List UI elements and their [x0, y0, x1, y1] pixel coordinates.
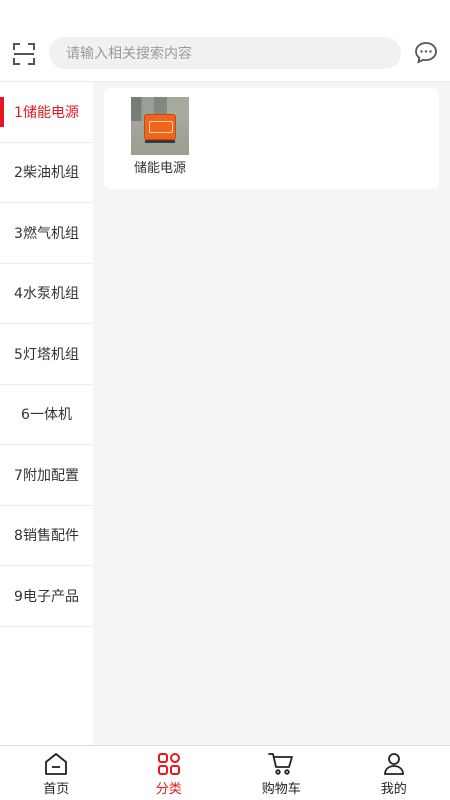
tab-label: 我的 [380, 782, 407, 797]
scan-button[interactable] [10, 40, 38, 68]
sidebar-item-gas-generator[interactable]: 3燃气机组 [0, 203, 93, 264]
sidebar-item-label: 4水泵机组 [14, 286, 79, 303]
sidebar-item-label: 6一体机 [21, 407, 72, 424]
tab-category[interactable]: 分类 [113, 746, 226, 800]
user-icon [383, 753, 404, 775]
sidebar-item-all-in-one[interactable]: 6一体机 [0, 385, 93, 445]
tab-cart[interactable]: 购物车 [225, 746, 338, 800]
sidebar-item-label: 3燃气机组 [14, 225, 79, 242]
product-card: 储能电源 [104, 88, 439, 189]
sidebar-item-energy-storage[interactable]: 1储能电源 [0, 82, 93, 143]
sidebar-item-label: 2柴油机组 [14, 165, 79, 182]
sidebar-item-label: 8销售配件 [14, 528, 79, 545]
sidebar-item-sales-parts[interactable]: 8销售配件 [0, 506, 93, 566]
sidebar-item-label: 5灯塔机组 [14, 346, 79, 363]
scan-icon [13, 43, 35, 65]
sidebar-item-light-tower[interactable]: 5灯塔机组 [0, 324, 93, 385]
sidebar-item-label: 7附加配置 [14, 467, 79, 484]
category-content: 储能电源 [93, 82, 450, 745]
tab-mine[interactable]: 我的 [338, 746, 450, 800]
message-icon [415, 42, 437, 64]
product-name: 储能电源 [133, 161, 186, 176]
product-image[interactable] [131, 97, 189, 155]
product-item[interactable]: 储能电源 [130, 97, 190, 176]
search-input[interactable]: 请输入相关搜索内容 [49, 37, 401, 69]
category-sidebar: 1储能电源 2柴油机组 3燃气机组 4水泵机组 5灯塔机组 6一体机 7附加配置… [0, 82, 93, 745]
cart-icon [268, 753, 294, 775]
sidebar-item-water-pump[interactable]: 4水泵机组 [0, 264, 93, 324]
sidebar-item-label: 9电子产品 [14, 588, 79, 605]
message-button[interactable] [412, 39, 440, 67]
category-grid-icon [157, 753, 180, 775]
top-header: 请输入相关搜索内容 [0, 0, 450, 82]
sidebar-item-accessories-config[interactable]: 7附加配置 [0, 445, 93, 506]
bottom-tab-bar: 首页 分类 购物车 我的 [0, 745, 450, 800]
home-icon [45, 753, 68, 775]
sidebar-item-electronics[interactable]: 9电子产品 [0, 566, 93, 627]
tab-label: 分类 [155, 782, 182, 797]
tab-home[interactable]: 首页 [0, 746, 113, 800]
tab-label: 购物车 [261, 782, 301, 797]
sidebar-item-label: 1储能电源 [14, 104, 79, 121]
tab-label: 首页 [43, 782, 70, 797]
sidebar-item-diesel-generator[interactable]: 2柴油机组 [0, 143, 93, 203]
search-placeholder: 请输入相关搜索内容 [66, 46, 192, 62]
